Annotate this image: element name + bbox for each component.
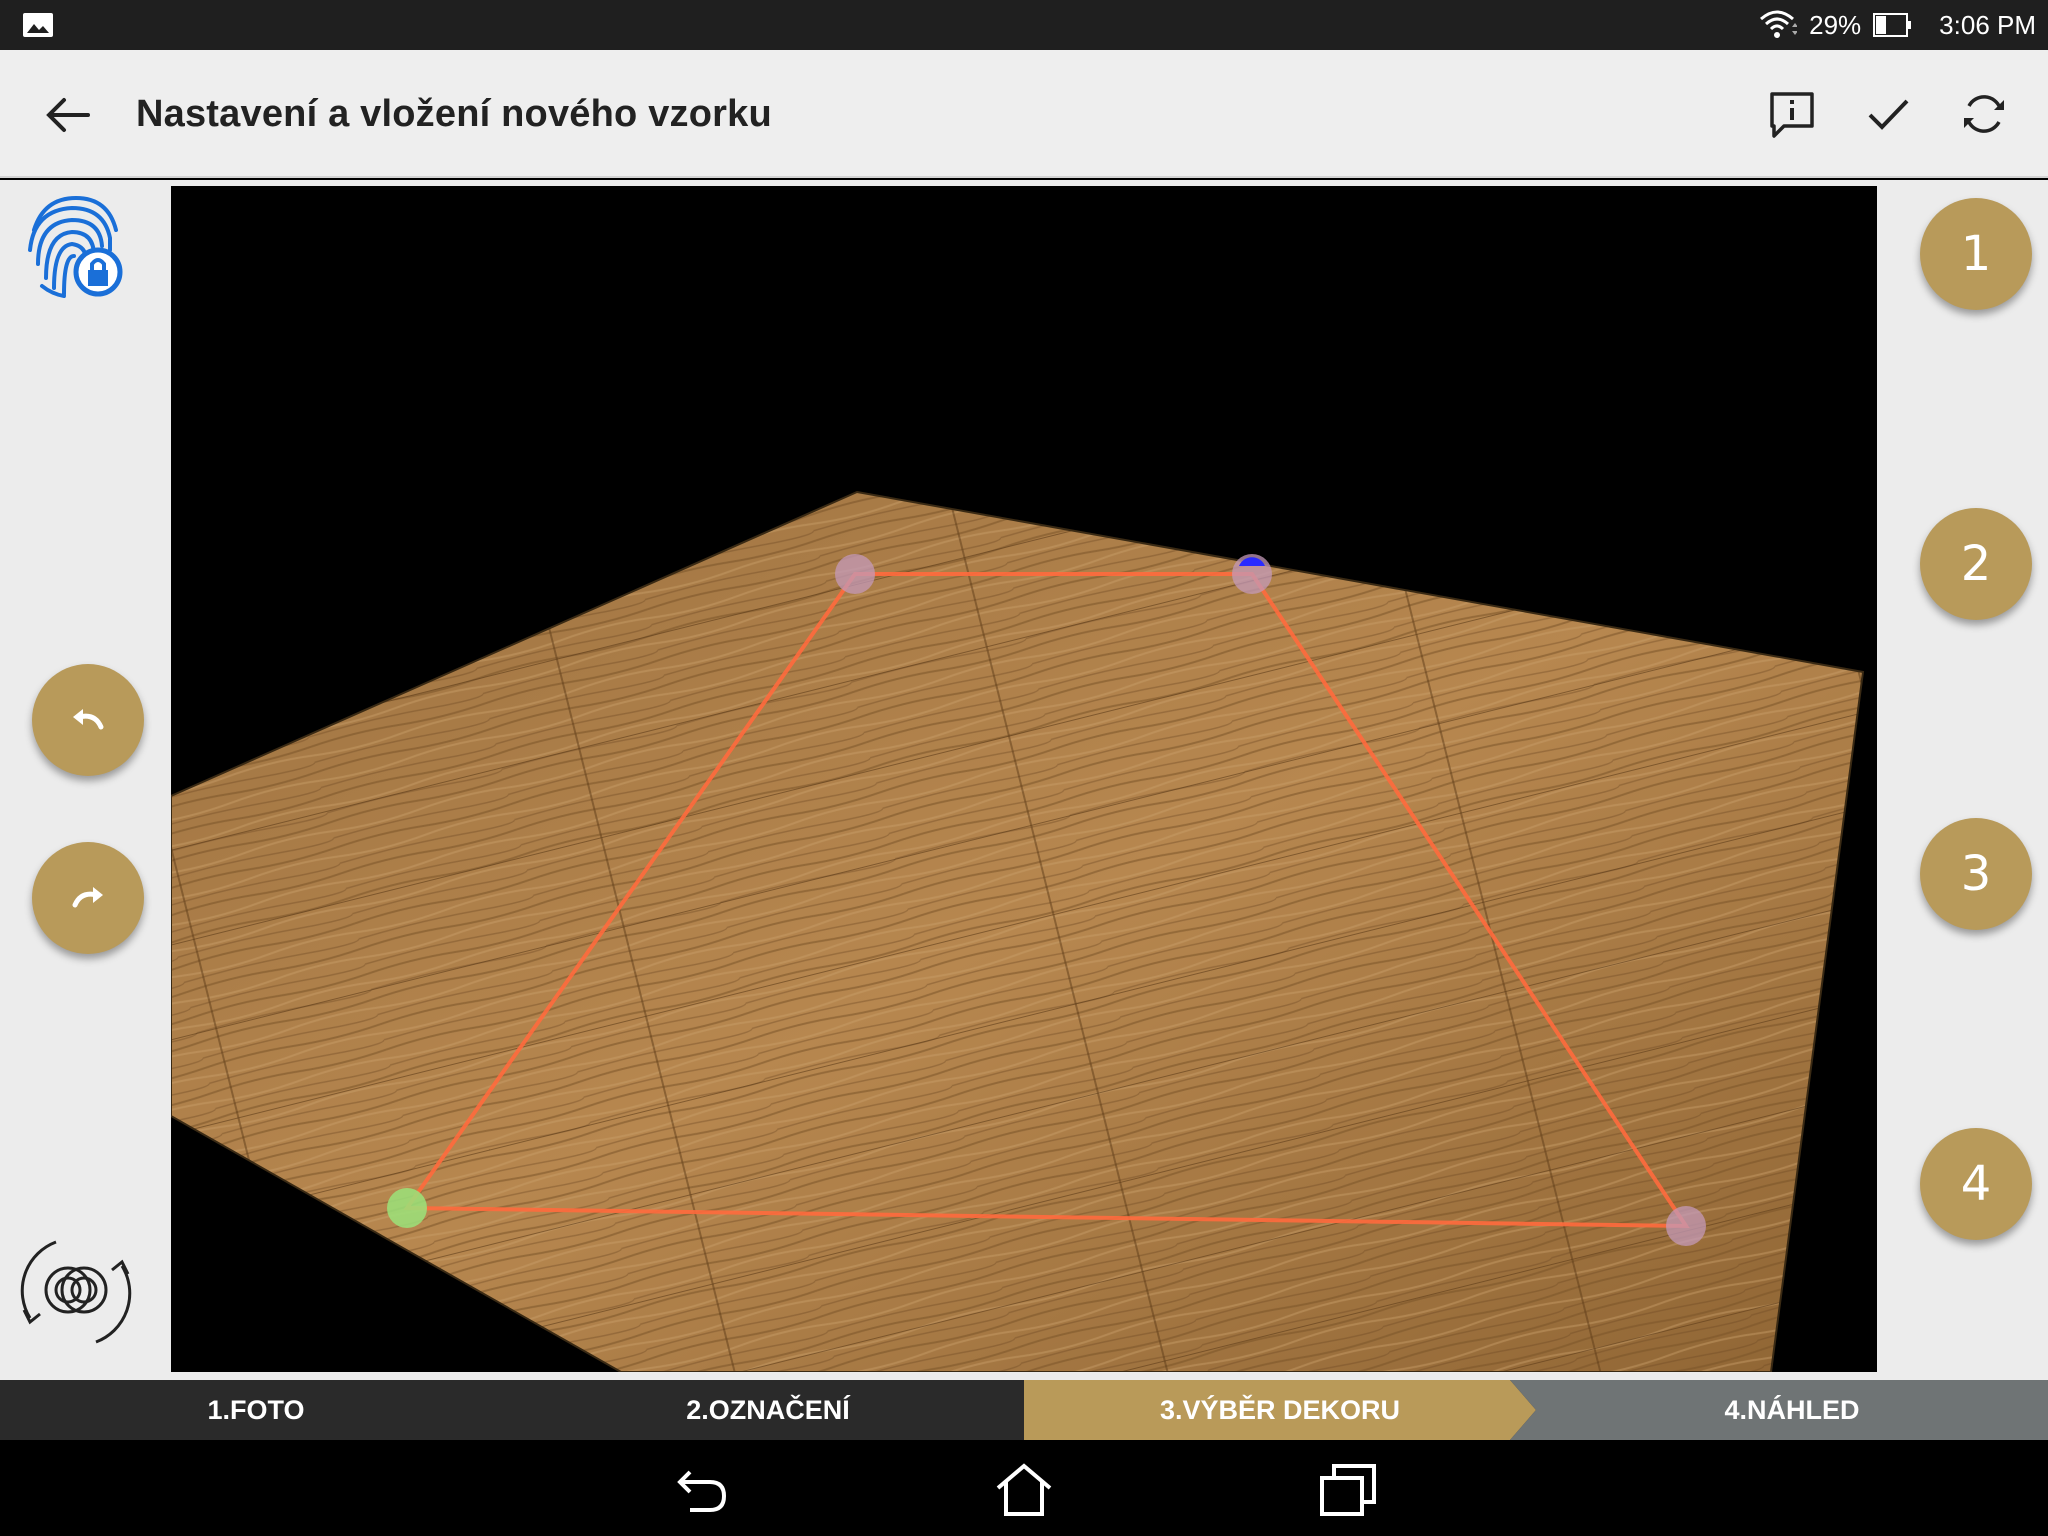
redo-button[interactable]: [32, 842, 144, 954]
refresh-icon[interactable]: [1958, 88, 2010, 140]
corner-handle-4[interactable]: [387, 1188, 427, 1228]
battery-icon: [1873, 13, 1912, 37]
corner-handle-1[interactable]: [835, 554, 875, 594]
corner-buttons: 1 2 3 4: [1876, 180, 2048, 1380]
redo-icon: [72, 887, 103, 908]
corner-button-2[interactable]: 2: [1920, 508, 2032, 620]
system-navbar: [0, 1440, 2048, 1536]
corner-button-3[interactable]: 3: [1920, 818, 2032, 930]
corner-handle-3[interactable]: [1666, 1206, 1706, 1246]
back-arrow-icon[interactable]: [40, 88, 94, 142]
check-icon[interactable]: [1862, 88, 1914, 140]
page-title: Nastavení a vložení nového vzorku: [136, 93, 772, 135]
wifi-icon: [1760, 10, 1798, 38]
floor-scene: [171, 490, 1865, 1372]
status-time: 3:06 PM: [1939, 9, 2036, 40]
main-area: 1 2 3 4: [0, 180, 2048, 1380]
rotate-rings-icon[interactable]: [16, 1232, 136, 1352]
undo-icon: [73, 709, 104, 730]
step-nahled[interactable]: 4.NÁHLED: [1536, 1380, 2048, 1440]
step-oznaceni[interactable]: 2.OZNAČENÍ: [512, 1380, 1024, 1440]
home-nav-icon[interactable]: [994, 1460, 1054, 1520]
gallery-icon: [23, 13, 53, 37]
app-bar: Nastavení a vložení nového vzorku: [0, 50, 2048, 178]
step-vyber-dekoru[interactable]: 3.VÝBĚR DEKORU: [1024, 1380, 1536, 1440]
step-foto[interactable]: 1.FOTO: [0, 1380, 512, 1440]
left-toolbar: [0, 180, 170, 1380]
steps-bar: 1.FOTO 2.OZNAČENÍ 3.VÝBĚR DEKORU 4.NÁHLE…: [0, 1380, 2048, 1440]
battery-percent: 29%: [1809, 9, 1862, 40]
back-nav-icon[interactable]: [672, 1460, 732, 1520]
corner-button-1[interactable]: 1: [1920, 198, 2032, 310]
status-bar: 29% 3:06 PM: [0, 0, 2048, 50]
fingerprint-lock-icon[interactable]: [24, 190, 128, 302]
info-icon[interactable]: [1766, 88, 1818, 140]
corner-button-4[interactable]: 4: [1920, 1128, 2032, 1240]
recents-nav-icon[interactable]: [1318, 1460, 1378, 1520]
floor-canvas[interactable]: [171, 186, 1877, 1372]
undo-button[interactable]: [32, 664, 144, 776]
